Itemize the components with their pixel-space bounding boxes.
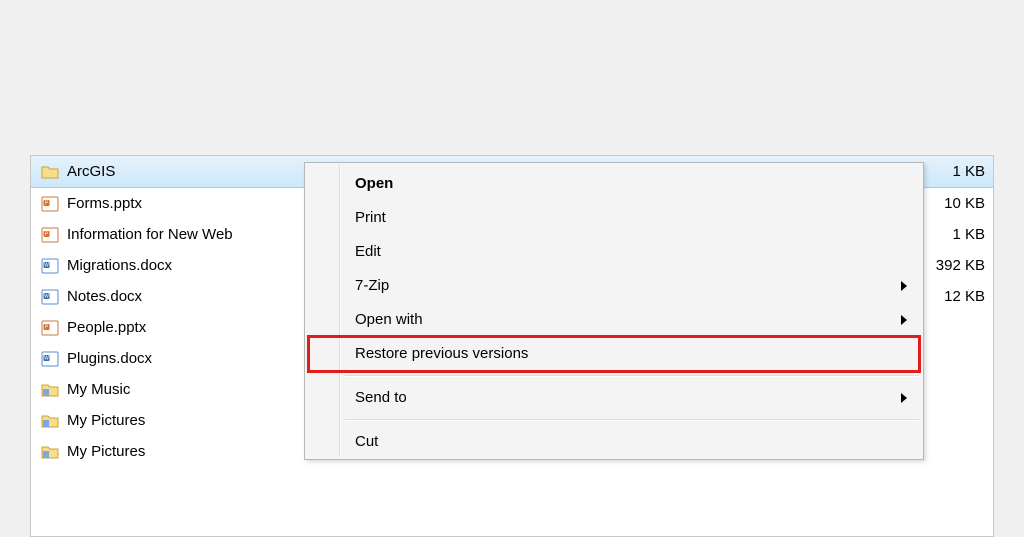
file-name: Forms.pptx bbox=[67, 195, 142, 212]
file-name: ArcGIS bbox=[67, 163, 115, 180]
menu-openwith[interactable]: Open with bbox=[307, 303, 921, 337]
file-size: 392 KB bbox=[915, 257, 993, 274]
file-name: My Pictures bbox=[67, 443, 145, 460]
menu-label: Open bbox=[355, 175, 393, 192]
submenu-arrow-icon bbox=[901, 281, 907, 291]
menu-sendto[interactable]: Send to bbox=[307, 381, 921, 415]
menu-cut[interactable]: Cut bbox=[307, 425, 921, 459]
menu-open[interactable]: Open bbox=[307, 167, 921, 201]
docx-icon: W bbox=[41, 350, 59, 368]
pptx-icon: P bbox=[41, 319, 59, 337]
file-size: 1 KB bbox=[915, 226, 993, 243]
docx-icon: W bbox=[41, 257, 59, 275]
library-icon bbox=[41, 381, 59, 399]
menu-label: Open with bbox=[355, 311, 423, 328]
svg-text:W: W bbox=[44, 262, 49, 268]
menu-separator bbox=[345, 419, 919, 421]
menu-label: Send to bbox=[355, 389, 407, 406]
context-menu: Open Print Edit 7-Zip Open with Restore … bbox=[304, 162, 924, 460]
menu-label: Cut bbox=[355, 433, 378, 450]
menu-label: Restore previous versions bbox=[355, 345, 528, 362]
submenu-arrow-icon bbox=[901, 315, 907, 325]
menu-restore[interactable]: Restore previous versions bbox=[307, 337, 921, 371]
file-name: My Music bbox=[67, 381, 130, 398]
file-name: Notes.docx bbox=[67, 288, 142, 305]
file-name: People.pptx bbox=[67, 319, 146, 336]
svg-text:W: W bbox=[44, 355, 49, 361]
menu-edit[interactable]: Edit bbox=[307, 235, 921, 269]
file-size: 1 KB bbox=[915, 163, 993, 180]
file-size: 10 KB bbox=[915, 195, 993, 212]
menu-label: Edit bbox=[355, 243, 381, 260]
file-name: My Pictures bbox=[67, 412, 145, 429]
menu-separator bbox=[345, 375, 919, 377]
file-name: Plugins.docx bbox=[67, 350, 152, 367]
file-size: 12 KB bbox=[915, 288, 993, 305]
library-icon bbox=[41, 412, 59, 430]
menu-label: 7-Zip bbox=[355, 277, 389, 294]
menu-7zip[interactable]: 7-Zip bbox=[307, 269, 921, 303]
file-name: Information for New Web bbox=[67, 226, 233, 243]
menu-print[interactable]: Print bbox=[307, 201, 921, 235]
submenu-arrow-icon bbox=[901, 393, 907, 403]
svg-text:W: W bbox=[44, 293, 49, 299]
docx-icon: W bbox=[41, 288, 59, 306]
pptx-icon: P bbox=[41, 195, 59, 213]
menu-label: Print bbox=[355, 209, 386, 226]
folder-icon bbox=[41, 163, 59, 181]
pptx-icon: P bbox=[41, 226, 59, 244]
file-name: Migrations.docx bbox=[67, 257, 172, 274]
library-icon bbox=[41, 443, 59, 461]
